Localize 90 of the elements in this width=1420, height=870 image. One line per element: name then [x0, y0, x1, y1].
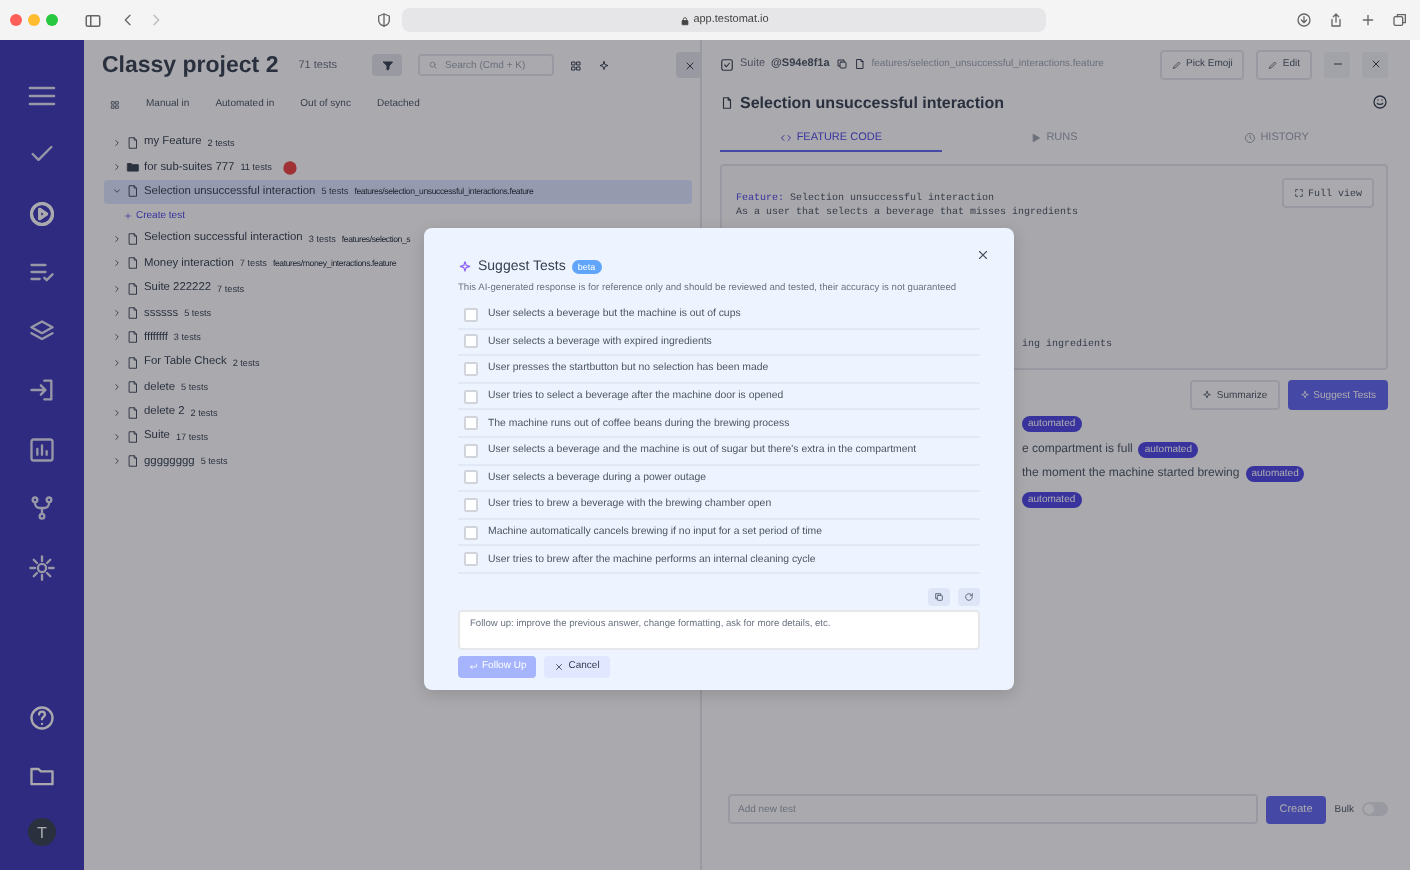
close-icon[interactable]	[976, 248, 990, 262]
close-button[interactable]	[676, 52, 702, 78]
forward-icon[interactable]	[148, 12, 164, 28]
project-title: Classy project 2	[102, 53, 279, 77]
file-icon	[126, 184, 140, 199]
window-close-button[interactable]	[10, 14, 22, 26]
file-icon	[853, 58, 866, 70]
file-icon	[126, 135, 140, 150]
chevron-right-icon[interactable]	[112, 382, 122, 393]
sparkle-icon[interactable]	[598, 59, 611, 71]
bar-chart-icon[interactable]	[28, 435, 56, 464]
chevron-right-icon[interactable]	[112, 456, 122, 467]
copy-icon	[934, 591, 944, 602]
refresh-icon	[964, 591, 974, 602]
expand-icon	[1293, 188, 1304, 198]
checkbox[interactable]	[464, 334, 478, 349]
chevron-right-icon[interactable]	[112, 137, 122, 148]
import-icon[interactable]	[28, 376, 56, 405]
smiley-icon[interactable]	[1372, 94, 1388, 110]
chevron-right-icon[interactable]	[112, 357, 122, 368]
checkbox[interactable]	[464, 307, 478, 322]
chevron-right-icon[interactable]	[112, 283, 122, 294]
chevron-right-icon[interactable]	[112, 407, 122, 418]
chevron-right-icon[interactable]	[112, 258, 122, 269]
checkbox[interactable]	[464, 525, 478, 540]
download-icon[interactable]	[1296, 12, 1312, 28]
clock-icon	[1244, 131, 1257, 143]
file-icon	[126, 380, 140, 395]
suite-title: Selection unsuccessful interaction	[740, 93, 1005, 111]
checkbox[interactable]	[464, 389, 478, 404]
user-avatar[interactable]: T	[28, 818, 56, 846]
file-icon	[126, 429, 140, 444]
play-circle-icon[interactable]	[28, 199, 56, 228]
grid-icon[interactable]	[570, 59, 583, 71]
close-button[interactable]	[1362, 51, 1388, 77]
window-minimize-button[interactable]	[28, 14, 40, 26]
close-icon	[554, 661, 565, 672]
chevron-right-icon[interactable]	[112, 308, 122, 319]
checkbox[interactable]	[464, 470, 478, 485]
search-icon	[428, 60, 439, 70]
branch-icon[interactable]	[28, 494, 56, 523]
share-icon[interactable]	[1328, 12, 1344, 28]
file-icon	[126, 306, 140, 321]
checkbox[interactable]	[464, 497, 478, 512]
file-icon	[126, 405, 140, 420]
close-icon	[683, 59, 695, 71]
chevron-down-icon[interactable]	[112, 186, 122, 197]
back-icon[interactable]	[120, 12, 136, 28]
sparkle-icon	[1202, 390, 1213, 400]
file-icon	[126, 330, 140, 345]
checklist-icon[interactable]	[28, 258, 56, 287]
close-icon	[1369, 58, 1381, 70]
chevron-right-icon[interactable]	[112, 162, 122, 173]
new-tab-icon[interactable]	[1360, 12, 1376, 28]
layers-icon[interactable]	[28, 317, 56, 346]
enter-icon	[468, 661, 478, 672]
tabs-icon[interactable]	[1392, 12, 1408, 28]
code-icon	[780, 131, 793, 143]
file-icon	[126, 256, 140, 271]
help-icon[interactable]	[28, 703, 56, 732]
more-button[interactable]	[1324, 51, 1350, 77]
checkbox[interactable]	[464, 361, 478, 376]
chevron-right-icon[interactable]	[112, 332, 122, 343]
pen-icon	[1268, 59, 1279, 69]
file-icon	[126, 281, 140, 296]
lock-icon	[679, 15, 690, 25]
chevron-right-icon[interactable]	[112, 233, 122, 244]
file-icon	[126, 454, 140, 469]
file-icon	[126, 355, 140, 370]
window-zoom-button[interactable]	[46, 14, 58, 26]
checkbox[interactable]	[464, 416, 478, 431]
shield-icon[interactable]	[376, 12, 392, 28]
sidebar-toggle-icon[interactable]	[84, 11, 102, 29]
checkbox-icon	[720, 57, 734, 71]
chevron-right-icon[interactable]	[112, 431, 122, 442]
file-icon	[720, 95, 734, 109]
checkbox[interactable]	[464, 552, 478, 567]
filter-button[interactable]	[372, 54, 403, 76]
file-icon	[126, 231, 140, 246]
sparkle-icon	[1299, 390, 1310, 400]
copy-button[interactable]	[928, 587, 950, 606]
folder-icon	[126, 160, 140, 175]
copy-icon[interactable]	[835, 58, 848, 70]
folder-icon[interactable]	[28, 762, 56, 791]
pen-icon	[1172, 59, 1183, 69]
minus-icon	[1331, 58, 1343, 70]
sparkle-icon	[458, 260, 472, 274]
play-icon	[1030, 131, 1043, 143]
checkbox[interactable]	[464, 443, 478, 458]
refresh-button[interactable]	[958, 587, 980, 606]
